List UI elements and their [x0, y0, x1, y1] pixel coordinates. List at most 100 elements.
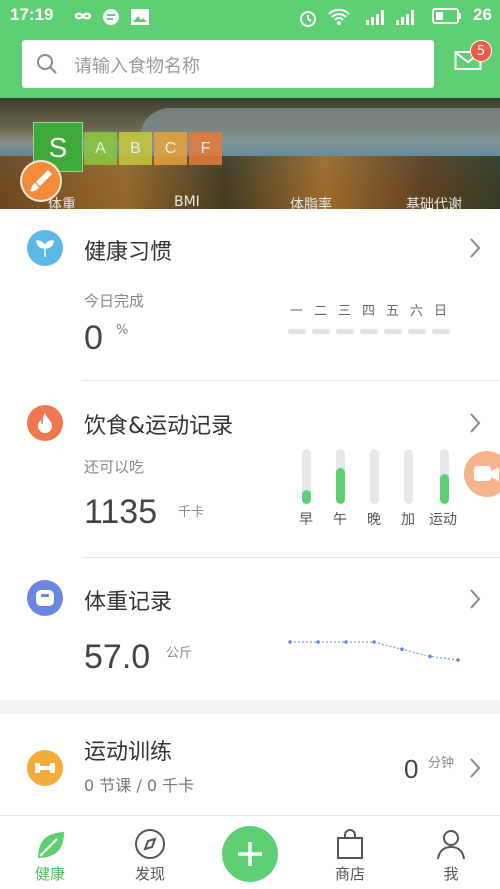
- nav-shop-bag-icon[interactable]: [335, 828, 365, 860]
- weekday-progress-bar: [312, 329, 330, 334]
- grade-c: C: [154, 132, 187, 165]
- weight-trend-chart: [288, 640, 460, 662]
- nav-me[interactable]: 我: [421, 863, 481, 884]
- weight-chevron-right-icon[interactable]: [468, 588, 482, 610]
- weekday-progress-bar: [384, 329, 402, 334]
- weight-trend-point: [400, 647, 404, 651]
- weight-trend-point: [288, 640, 292, 644]
- weekday-label: 日: [434, 304, 448, 319]
- habits-chevron-right-icon[interactable]: [468, 237, 482, 259]
- divider: [82, 557, 500, 558]
- search-input[interactable]: 请输入食物名称: [22, 40, 434, 88]
- training-card[interactable]: 运动训练 0 节课 / 0 千卡 0 分钟: [0, 714, 500, 815]
- grade-f: F: [189, 132, 222, 165]
- habits-title[interactable]: 健康习惯: [84, 234, 172, 266]
- video-float-button[interactable]: [464, 451, 500, 497]
- meal-progress-4[interactable]: [440, 449, 449, 504]
- habit-icon: [27, 230, 63, 266]
- weekday-label: 三: [338, 304, 352, 319]
- weight-trend-point: [344, 640, 348, 644]
- meal-progress-2[interactable]: [370, 449, 379, 504]
- message-count-badge: 5: [470, 40, 492, 62]
- meal-label: 晚: [367, 512, 381, 528]
- app-header: 17:19 26 请输入食物名称 5: [0, 0, 500, 98]
- weight-title[interactable]: 体重记录: [84, 584, 172, 616]
- meal-label: 运动: [429, 512, 457, 528]
- diet-title[interactable]: 饮食&运动记录: [84, 408, 233, 440]
- brush-icon: [30, 170, 52, 192]
- nav-discover[interactable]: 发现: [120, 863, 180, 884]
- habits-value: 0: [84, 319, 103, 357]
- training-minutes-value: 0: [404, 754, 419, 784]
- diet-calories-value: 1135: [84, 493, 158, 531]
- weekday-progress-bar: [288, 329, 306, 334]
- search-placeholder: 请输入食物名称: [74, 56, 200, 77]
- nav-discover-compass-icon[interactable]: [134, 828, 166, 860]
- health-score-banner[interactable]: S A B C F 体重 BMI 体脂率 基础代谢: [0, 98, 500, 209]
- weekday-progress-bar: [432, 329, 450, 334]
- habits-sub-label: 今日完成: [84, 292, 145, 310]
- weekday-label: 四: [362, 304, 376, 319]
- weekday-progress-bar: [336, 329, 354, 334]
- messages-button[interactable]: 5: [454, 40, 492, 76]
- signal-4g-icon: [366, 10, 384, 25]
- weight-trend-line: [290, 641, 459, 661]
- plus-icon: [238, 842, 262, 866]
- training-sub-label: 0 节课 / 0 千卡: [84, 776, 195, 795]
- meal-progress-fill: [336, 468, 345, 504]
- health-cards: 健康习惯 今日完成 0 % 饮食&运动记录 还可以吃 1135 千卡 体重记录 …: [0, 209, 500, 700]
- weekday-progress-bar: [360, 329, 378, 334]
- alarm-icon: [300, 11, 316, 27]
- weight-unit: 公斤: [166, 646, 193, 661]
- nav-health[interactable]: 健康: [20, 863, 80, 884]
- image-notification-icon: [131, 9, 149, 25]
- metric-bmr: 基础代谢: [406, 197, 462, 209]
- weekday-progress-bar: [408, 329, 426, 334]
- search-icon: [37, 54, 57, 74]
- scale-icon: [27, 580, 63, 616]
- chat-icon: [103, 9, 119, 25]
- video-camera-icon: [474, 466, 499, 481]
- weight-trend-point: [456, 658, 460, 662]
- nav-health-leaf-icon[interactable]: [33, 828, 67, 862]
- weekday-label: 六: [410, 304, 424, 319]
- signal-icon: [396, 10, 414, 25]
- add-record-button[interactable]: [222, 826, 278, 882]
- battery-icon: [432, 8, 461, 24]
- diet-sub-label: 还可以吃: [84, 458, 145, 476]
- weekday-label: 一: [290, 304, 304, 319]
- status-bar: 17:19 26: [0, 0, 500, 32]
- training-title: 运动训练: [84, 740, 173, 765]
- habits-unit: %: [116, 323, 129, 338]
- nav-me-user-icon[interactable]: [436, 828, 466, 860]
- diet-chevron-right-icon[interactable]: [468, 412, 482, 434]
- grade-b: B: [119, 132, 152, 165]
- bottom-nav: 健康 发现 商店 我: [0, 815, 500, 889]
- meal-label: 午: [333, 512, 347, 528]
- meal-progress-3[interactable]: [404, 449, 413, 504]
- weekday-label: 二: [314, 304, 328, 319]
- diet-unit: 千卡: [178, 505, 205, 520]
- status-time: 17:19: [10, 5, 54, 24]
- diet-fire-icon: [27, 405, 63, 441]
- metric-body-fat: 体脂率: [290, 197, 332, 209]
- meal-progress-fill: [440, 473, 449, 504]
- training-chevron-right-icon[interactable]: [468, 757, 482, 779]
- infinity-icon: [74, 12, 92, 20]
- divider: [82, 380, 500, 381]
- wifi-icon: [328, 8, 350, 25]
- metric-bmi: BMI: [174, 194, 200, 209]
- skin-brush-button[interactable]: [20, 160, 62, 202]
- battery-level: 26: [473, 5, 492, 24]
- meal-label: 加: [401, 512, 415, 528]
- meal-progress-fill: [302, 490, 311, 504]
- weight-value: 57.0: [84, 638, 151, 676]
- meal-progress-1[interactable]: [336, 449, 345, 504]
- weight-trend-point: [372, 640, 376, 644]
- training-unit: 分钟: [428, 756, 455, 771]
- meal-progress-0[interactable]: [302, 449, 311, 504]
- weight-trend-point: [316, 640, 320, 644]
- meal-label: 早: [299, 512, 313, 528]
- nav-shop[interactable]: 商店: [320, 863, 380, 884]
- dumbbell-icon: [27, 750, 63, 786]
